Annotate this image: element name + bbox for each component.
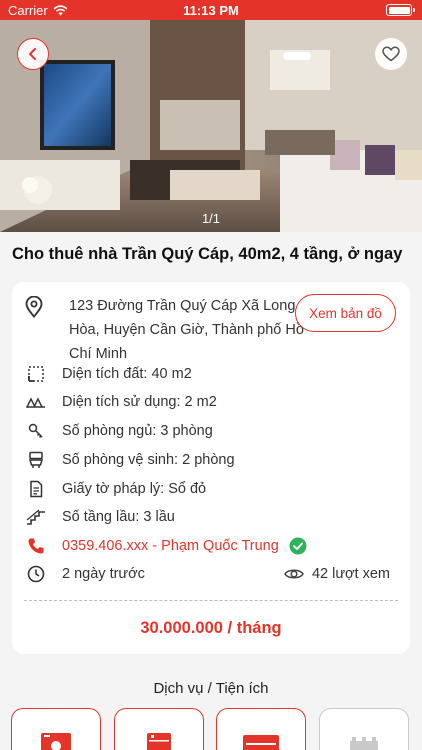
listing-photo[interactable]: 1/1 [0,20,422,232]
service-item-other[interactable] [319,708,409,750]
room-photo-illustration [0,20,422,232]
service-item-fridge[interactable] [114,708,204,750]
dashed-divider [24,600,398,601]
battery-icon [386,4,415,16]
washing-machine-icon [41,733,71,750]
rent-price: 30.000.000 / tháng [140,619,282,637]
land-area-text: Diện tích đất: 40 m2 [62,366,192,382]
bedrooms-row: Số phòng ngủ: 3 phòng [24,421,398,441]
chevron-left-icon [29,48,36,60]
usable-area-row: Diện tích sử dụng: 2 m2 [24,392,398,412]
usable-area-text: Diện tích sử dụng: 2 m2 [62,394,217,410]
back-button[interactable] [17,38,49,70]
legal-row: Giấy tờ pháp lý: Sổ đỏ [24,479,398,499]
views-count: 42 lượt xem [284,564,390,584]
stairs-icon [24,507,48,527]
clock: 11:13 PM [183,3,239,18]
verified-check-icon [289,537,307,555]
clock-icon [24,564,48,584]
posted-time-text: 2 ngày trước [62,566,145,582]
location-pin-icon [25,296,43,318]
heart-icon [382,46,400,62]
view-map-button[interactable]: Xem bản đồ [295,294,396,332]
document-icon [24,479,48,499]
floors-text: Số tầng lầu: 3 lầu [62,509,175,525]
air-conditioner-icon [243,735,279,750]
floor-plan-icon [24,392,48,412]
listing-details-card: 123 Đường Trần Quý Cáp Xã Long Hòa, Huyệ… [12,282,410,654]
service-item-air-conditioner[interactable] [216,708,306,750]
photo-counter: 1/1 [201,211,221,226]
furniture-icon [350,737,378,750]
listing-title: Cho thuê nhà Trần Quý Cáp, 40m2, 4 tầng,… [12,245,403,263]
legal-text: Giấy tờ pháp lý: Sổ đỏ [62,481,207,497]
eye-icon [284,569,304,579]
land-area-row: Diện tích đất: 40 m2 [24,364,398,384]
floors-row: Số tầng lầu: 3 lầu [24,507,398,527]
service-item-washer[interactable] [11,708,101,750]
area-icon [24,364,48,384]
contact-row[interactable]: 0359.406.xxx - Phạm Quốc Trung [24,536,398,556]
favorite-button[interactable] [375,38,407,70]
phone-icon [24,536,48,556]
address-text: 123 Đường Trần Quý Cáp Xã Long Hòa, Huyệ… [69,298,304,362]
status-bar: Carrier 11:13 PM [0,0,422,20]
fridge-icon [147,733,171,750]
contact-phone-text[interactable]: 0359.406.xxx - Phạm Quốc Trung [62,538,279,554]
bathrooms-text: Số phòng vệ sinh: 2 phòng [62,452,235,468]
bedrooms-text: Số phòng ngủ: 3 phòng [62,423,213,439]
services-heading: Dịch vụ / Tiện ích [153,680,269,697]
bed-icon [24,421,48,441]
views-text: 42 lượt xem [311,566,390,582]
toilet-icon [24,450,48,470]
bathrooms-row: Số phòng vệ sinh: 2 phòng [24,450,398,470]
